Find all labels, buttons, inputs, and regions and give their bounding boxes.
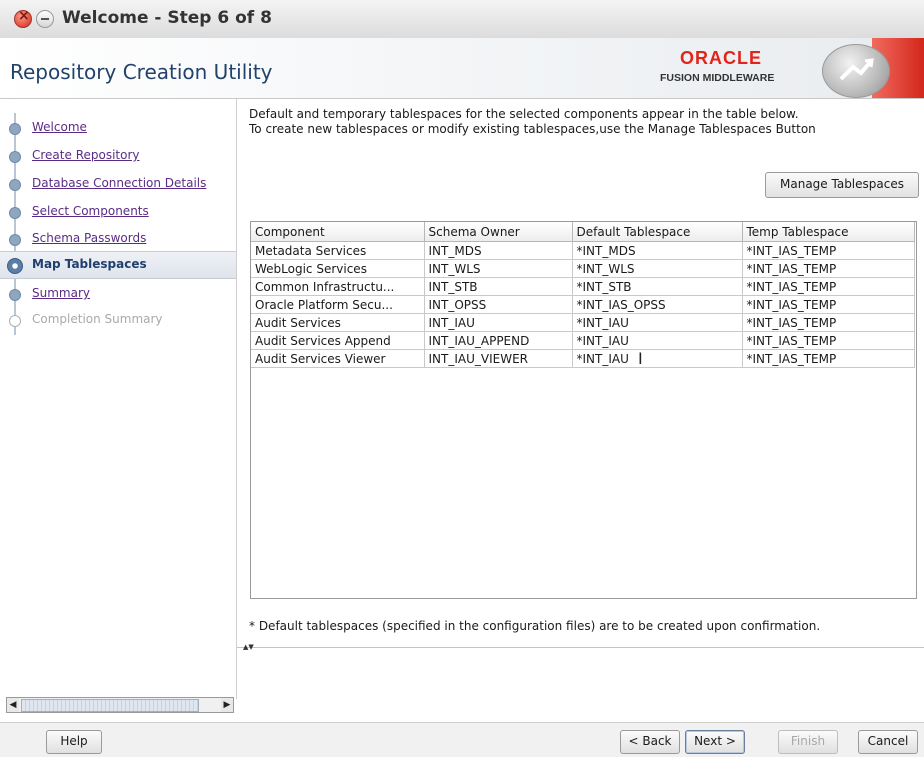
scroll-thumb[interactable] [21,699,199,712]
cell-default-tablespace[interactable]: *INT_IAU [572,313,743,332]
cell-schema-owner: INT_IAU [424,313,573,332]
nav-step-select-components[interactable]: Select Components [0,199,236,225]
window-title: Welcome - Step 6 of 8 [62,8,272,28]
nav-step-label[interactable]: Select Components [32,204,149,218]
instructions-line-2: To create new tablespaces or modify exis… [249,122,816,136]
column-header-component[interactable]: Component [251,222,425,242]
cell-default-tablespace[interactable]: *INT_STB [572,277,743,296]
cell-schema-owner: INT_WLS [424,259,573,278]
cell-default-tablespace[interactable]: *INT_WLS [572,259,743,278]
oracle-logo-subtitle: FUSION MIDDLEWARE [660,72,775,84]
nav-step-label[interactable]: Summary [32,286,90,300]
step-current-icon [7,258,23,274]
cell-default-tablespace[interactable]: *INT_MDS [572,241,743,260]
nav-step-schema-passwords[interactable]: Schema Passwords [0,226,236,252]
table-row[interactable]: Audit Services INT_IAU *INT_IAU *INT_IAS… [251,313,915,332]
nav-step-welcome[interactable]: Welcome [0,115,236,141]
table-row[interactable]: WebLogic Services INT_WLS *INT_WLS *INT_… [251,259,915,278]
cell-schema-owner: INT_IAU_VIEWER [424,349,573,368]
cell-temp-tablespace[interactable]: *INT_IAS_TEMP [742,349,915,368]
cancel-button[interactable]: Cancel [858,730,918,754]
cell-component: Audit Services Viewer [251,349,425,368]
nav-step-label[interactable]: Database Connection Details [32,176,206,190]
step-done-icon [9,234,21,246]
wizard-button-bar: Help < Back Next > Finish Cancel [0,722,924,757]
cell-schema-owner: INT_IAU_APPEND [424,331,573,350]
instructions-line-1: Default and temporary tablespaces for th… [249,107,799,121]
nav-step-map-tablespaces[interactable]: Map Tablespaces [0,251,236,279]
finish-button: Finish [778,730,838,754]
cell-component: Audit Services Append [251,331,425,350]
nav-step-summary[interactable]: Summary [0,281,236,307]
step-done-icon [9,123,21,135]
splitter-handle-icon[interactable]: ▲▼ [243,643,254,651]
tablespaces-table: Component Schema Owner Default Tablespac… [250,221,917,599]
nav-step-label[interactable]: Create Repository [32,148,140,162]
table-row[interactable]: Common Infrastructu... INT_STB *INT_STB … [251,277,915,296]
next-button[interactable]: Next > [685,730,745,754]
nav-step-completion-summary: Completion Summary [0,307,236,333]
oracle-logo: ORACLE FUSION MIDDLEWARE [660,48,790,84]
step-pending-icon [9,315,21,327]
cell-temp-tablespace[interactable]: *INT_IAS_TEMP [742,241,915,260]
window-close-icon[interactable] [14,8,32,28]
cell-temp-tablespace[interactable]: *INT_IAS_TEMP [742,277,915,296]
text-cursor-icon: I [638,349,643,368]
nav-step-label[interactable]: Schema Passwords [32,231,146,245]
table-row[interactable]: Metadata Services INT_MDS *INT_MDS *INT_… [251,241,915,260]
column-header-default-tablespace[interactable]: Default Tablespace [572,222,743,242]
step-done-icon [9,207,21,219]
content-divider [237,647,924,648]
cell-schema-owner: INT_OPSS [424,295,573,314]
instructions: Default and temporary tablespaces for th… [249,107,816,137]
cell-temp-tablespace[interactable]: *INT_IAS_TEMP [742,313,915,332]
back-button[interactable]: < Back [620,730,680,754]
table-row[interactable]: Oracle Platform Secu... INT_OPSS *INT_IA… [251,295,915,314]
footnote: * Default tablespaces (specified in the … [249,619,821,633]
cell-component: Metadata Services [251,241,425,260]
cell-component: Oracle Platform Secu... [251,295,425,314]
app-title: Repository Creation Utility [10,60,273,84]
nav-step-label: Completion Summary [32,312,163,326]
scroll-left-icon[interactable]: ◀ [7,698,19,712]
cell-schema-owner: INT_MDS [424,241,573,260]
column-header-temp-tablespace[interactable]: Temp Tablespace [742,222,915,242]
fusion-emblem-icon [822,44,890,98]
cell-default-tablespace[interactable]: *INT_IAS_OPSS [572,295,743,314]
app-header: Repository Creation Utility ORACLE FUSIO… [0,38,924,99]
cell-temp-tablespace[interactable]: *INT_IAS_TEMP [742,259,915,278]
cell-schema-owner: INT_STB [424,277,573,296]
column-header-schema-owner[interactable]: Schema Owner [424,222,573,242]
cell-temp-tablespace[interactable]: *INT_IAS_TEMP [742,331,915,350]
scroll-right-icon[interactable]: ▶ [221,698,233,712]
table-row[interactable]: Audit Services Append INT_IAU_APPEND *IN… [251,331,915,350]
cell-component: Audit Services [251,313,425,332]
help-button[interactable]: Help [46,730,102,754]
manage-tablespaces-button[interactable]: Manage Tablespaces [765,172,919,198]
window-titlebar: Welcome - Step 6 of 8 [0,0,924,39]
nav-step-database-connection[interactable]: Database Connection Details [0,171,236,197]
cell-default-tablespace[interactable]: *INT_IAU [572,331,743,350]
nav-step-create-repository[interactable]: Create Repository [0,143,236,169]
step-done-icon [9,179,21,191]
cell-component: Common Infrastructu... [251,277,425,296]
table-row[interactable]: Audit Services Viewer INT_IAU_VIEWER *IN… [251,349,915,368]
cell-default-tablespace[interactable]: *INT_IAU [572,349,743,368]
window-minimize-icon[interactable] [36,10,54,28]
nav-horizontal-scrollbar[interactable]: ◀ ▶ [6,697,234,713]
step-next-icon [9,289,21,301]
cell-temp-tablespace[interactable]: *INT_IAS_TEMP [742,295,915,314]
nav-step-label[interactable]: Welcome [32,120,87,134]
main-content: Default and temporary tablespaces for th… [237,99,924,699]
cell-component: WebLogic Services [251,259,425,278]
wizard-steps-nav: Welcome Create Repository Database Conne… [0,99,237,713]
table-header-row: Component Schema Owner Default Tablespac… [251,222,915,242]
oracle-logo-word: ORACLE [680,48,762,68]
nav-step-label: Map Tablespaces [32,257,147,271]
step-done-icon [9,151,21,163]
